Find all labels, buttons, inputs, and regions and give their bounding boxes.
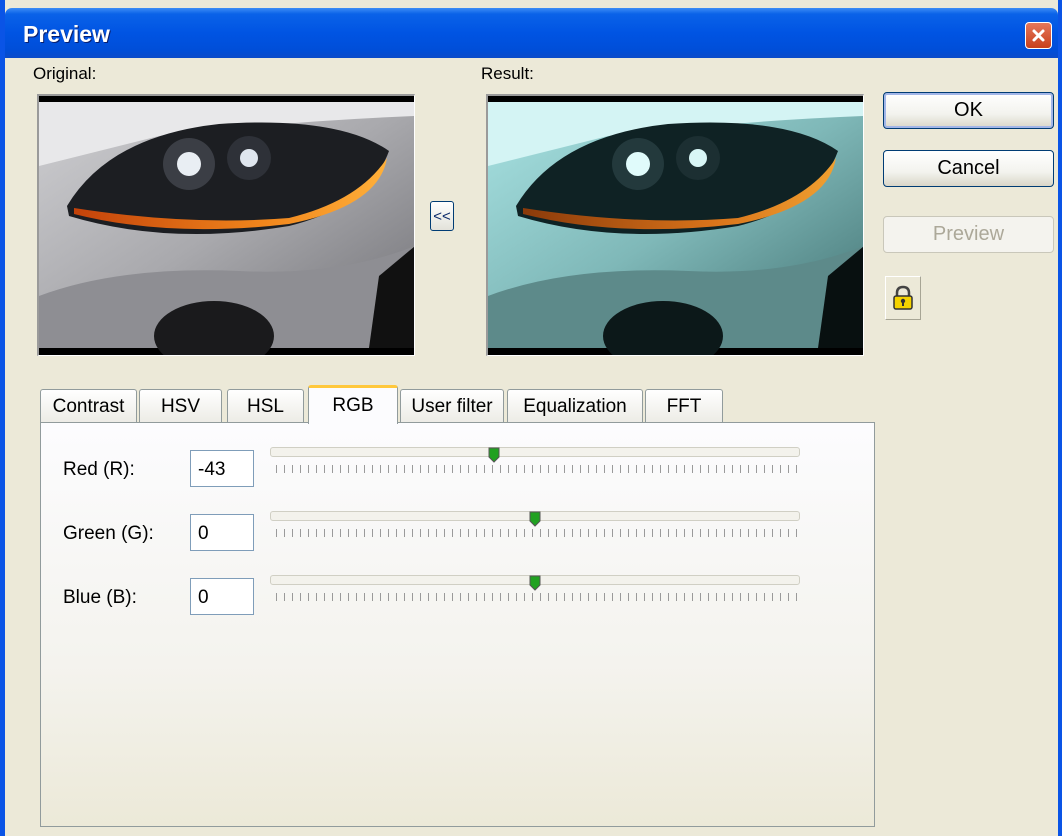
tab-equalization[interactable]: Equalization	[507, 389, 643, 423]
close-icon	[1032, 29, 1045, 42]
dialog-title: Preview	[23, 21, 110, 47]
rgb-panel: Red (R): -43 Green (G): 0 Blue (B): 0	[40, 422, 875, 827]
green-slider-ticks	[276, 529, 798, 537]
red-slider-ticks	[276, 465, 798, 473]
blue-value-field[interactable]: 0	[190, 578, 254, 615]
preview-dialog: Preview Original: Result: << OK Cancel P…	[0, 0, 1062, 836]
lock-icon	[893, 285, 913, 310]
red-value-field[interactable]: -43	[190, 450, 254, 487]
cancel-button[interactable]: Cancel	[883, 150, 1054, 187]
preview-button[interactable]: Preview	[883, 216, 1054, 253]
blue-slider-ticks	[276, 593, 798, 601]
result-label: Result:	[481, 64, 534, 83]
blue-label: Blue (B):	[63, 587, 137, 608]
copy-to-original-button[interactable]: <<	[430, 201, 454, 231]
title-bar[interactable]: Preview	[5, 8, 1058, 58]
tab-hsv[interactable]: HSV	[139, 389, 222, 423]
original-label: Original:	[33, 64, 97, 83]
lock-button[interactable]	[885, 276, 921, 320]
tab-rgb[interactable]: RGB	[308, 385, 398, 424]
red-slider-thumb[interactable]	[488, 447, 500, 463]
green-value-field[interactable]: 0	[190, 514, 254, 551]
tab-hsl[interactable]: HSL	[227, 389, 304, 423]
red-slider[interactable]	[270, 447, 800, 457]
red-label: Red (R):	[63, 459, 135, 480]
ok-button[interactable]: OK	[883, 92, 1054, 129]
tab-contrast[interactable]: Contrast	[40, 389, 137, 423]
green-slider-thumb[interactable]	[529, 511, 541, 527]
close-button[interactable]	[1025, 22, 1052, 49]
green-label: Green (G):	[63, 523, 154, 544]
tab-fft[interactable]: FFT	[645, 389, 723, 423]
tab-user-filter[interactable]: User filter	[400, 389, 504, 423]
blue-slider-thumb[interactable]	[529, 575, 541, 591]
result-image	[486, 94, 864, 356]
original-image	[37, 94, 415, 356]
